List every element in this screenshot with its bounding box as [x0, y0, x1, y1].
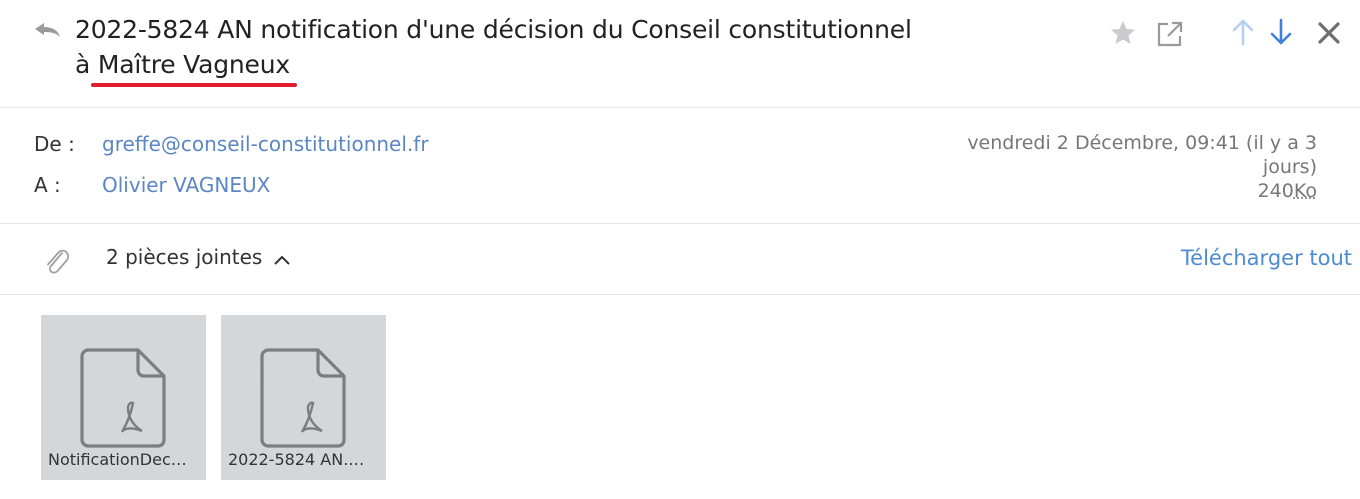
download-all-link[interactable]: Télécharger tout: [1181, 246, 1352, 270]
pdf-file-icon: [260, 348, 346, 448]
message-date-size: vendredi 2 Décembre, 09:41 (il y a 3 jou…: [937, 131, 1317, 203]
to-label: A :: [34, 173, 61, 197]
message-header: 2022-5824 AN notification d'une décision…: [0, 0, 1360, 108]
message-size: 240Ko: [937, 179, 1317, 203]
message-date-line-1: vendredi 2 Décembre, 09:41 (il y a 3: [967, 132, 1317, 154]
recipient-link[interactable]: Olivier VAGNEUX: [102, 173, 270, 197]
reply-icon[interactable]: [32, 20, 62, 42]
attachment-tile[interactable]: 2022-5824 AN.…: [221, 315, 386, 480]
message-subject: 2022-5824 AN notification d'une décision…: [75, 12, 1035, 82]
size-unit: Ko: [1293, 180, 1317, 202]
attachment-tile[interactable]: NotificationDec…: [41, 315, 206, 480]
attachments-bar: 2 pièces jointes Télécharger tout: [0, 224, 1360, 295]
pdf-file-icon: [80, 348, 166, 448]
attachment-name: NotificationDec…: [48, 450, 187, 469]
arrow-down-icon[interactable]: [1268, 17, 1294, 47]
red-underline-annotation: [91, 83, 297, 87]
from-label: De :: [34, 132, 75, 156]
message-date-line-2: jours): [1262, 156, 1317, 178]
subject-line-2: à Maître Vagneux: [75, 50, 290, 79]
sender-link[interactable]: greffe@conseil-constitutionnel.fr: [102, 132, 429, 156]
size-number: 240: [1257, 180, 1294, 202]
attachment-name: 2022-5824 AN.…: [228, 450, 365, 469]
attachments-count: 2 pièces jointes: [106, 245, 263, 269]
arrow-up-icon[interactable]: [1230, 17, 1256, 47]
subject-line-1: 2022-5824 AN notification d'une décision…: [75, 15, 912, 44]
close-icon[interactable]: [1314, 18, 1344, 48]
popout-icon[interactable]: [1155, 19, 1185, 49]
star-icon[interactable]: [1108, 18, 1138, 48]
message-meta: De : greffe@conseil-constitutionnel.fr A…: [0, 108, 1360, 224]
chevron-up-icon[interactable]: [272, 253, 292, 267]
paperclip-icon: [47, 249, 70, 274]
